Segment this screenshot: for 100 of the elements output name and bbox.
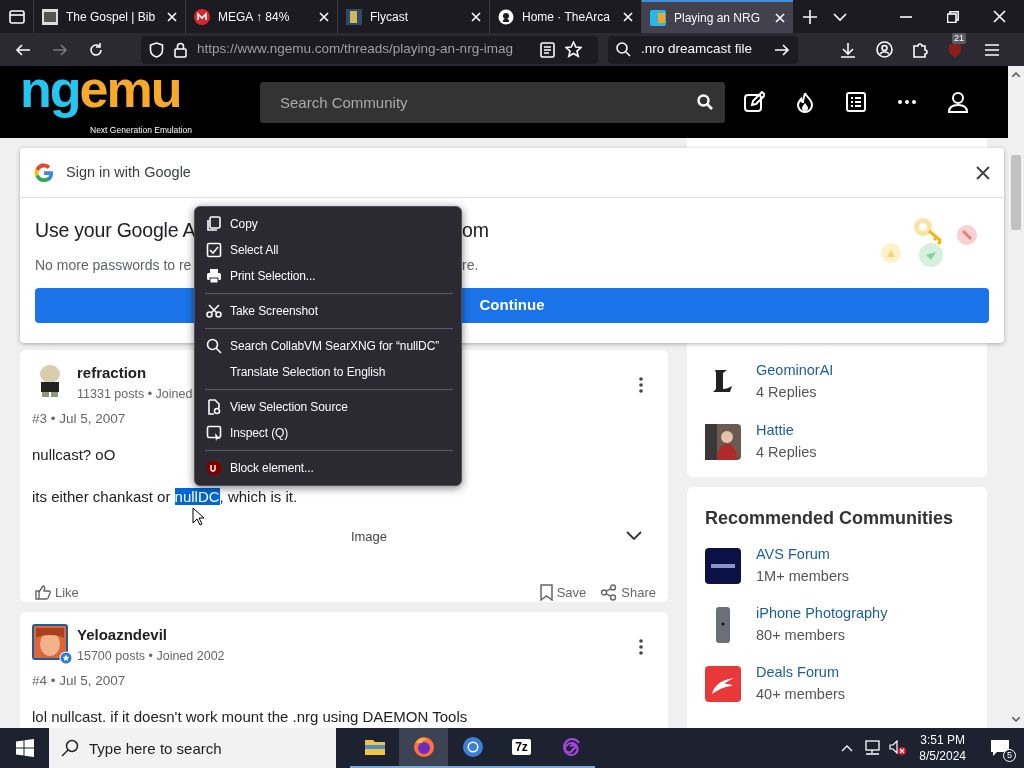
- browser-tab[interactable]: Playing an NRG: [641, 0, 793, 33]
- post-text: nullcast? oO: [32, 445, 116, 463]
- scroll-thumb[interactable]: [1011, 155, 1021, 230]
- ublock-icon: [206, 460, 222, 476]
- reader-view-icon[interactable]: [540, 41, 555, 58]
- notifications-icon[interactable]: [990, 739, 1010, 757]
- post-number-date: #4 • Jul 5, 2007: [32, 672, 127, 691]
- scroll-up-icon: [1012, 72, 1020, 77]
- lock-icon: [174, 41, 187, 58]
- book-favicon: [42, 8, 58, 25]
- star-icon[interactable]: [565, 41, 582, 58]
- more-options-icon[interactable]: [638, 376, 644, 394]
- like-button[interactable]: Like: [35, 582, 79, 602]
- scissors-icon: [206, 303, 222, 319]
- more-options-icon[interactable]: [638, 638, 644, 656]
- author-name[interactable]: Yeloazndevil: [77, 624, 630, 647]
- community-link[interactable]: iPhone Photography: [756, 603, 888, 625]
- account-icon[interactable]: [876, 41, 893, 58]
- dialog-text: No more passwords to re: [35, 257, 192, 274]
- user-icon[interactable]: [947, 91, 969, 113]
- community-link[interactable]: Deals Forum: [756, 662, 846, 684]
- forward-icon[interactable]: [52, 41, 68, 58]
- arrow-right-icon[interactable]: [774, 41, 790, 58]
- search-bar[interactable]: .nro dreamcast file: [608, 35, 798, 64]
- thumbs-up-icon: [35, 584, 51, 601]
- download-icon[interactable]: [840, 41, 856, 58]
- dialog-title: Sign in with Google: [66, 162, 192, 182]
- menu-item[interactable]: Inspect (Q): [205, 420, 453, 446]
- menu-icon[interactable]: [984, 42, 1000, 57]
- edit-icon[interactable]: [743, 91, 765, 113]
- fire-icon[interactable]: [794, 91, 816, 113]
- reload-icon[interactable]: [88, 41, 104, 58]
- user-link[interactable]: Hattie: [756, 420, 817, 442]
- post-meta: 15700 posts • Joined 2002: [77, 647, 226, 665]
- save-button[interactable]: Save: [539, 582, 587, 602]
- menu-item[interactable]: Copy: [205, 211, 453, 237]
- back-icon[interactable]: [15, 41, 31, 58]
- printer-icon: [206, 268, 222, 284]
- page-search-icon: [206, 399, 222, 415]
- windows-logo-icon: [15, 739, 34, 757]
- speaker-muted-icon[interactable]: [889, 740, 908, 756]
- menu-item[interactable]: Translate Selection to English: [205, 359, 453, 385]
- user-link[interactable]: GeominorAI: [756, 360, 834, 382]
- mega-favicon: [194, 8, 210, 25]
- puzzle-icon[interactable]: [912, 41, 929, 58]
- search-icon: [616, 42, 631, 57]
- search-icon: [206, 338, 222, 354]
- logo-tagline: Next Generation Emulation: [90, 125, 193, 135]
- share-icon: [600, 583, 618, 601]
- scroll-down-icon: [1012, 717, 1020, 722]
- mouse-pointer-icon: [192, 507, 205, 526]
- menu-item[interactable]: View Selection Source: [205, 394, 453, 420]
- copy-icon: [206, 216, 222, 232]
- chevron-down-icon[interactable]: [626, 530, 642, 541]
- taskbar-search-field[interactable]: Type here to search: [49, 728, 336, 768]
- firefox-icon: [411, 735, 436, 759]
- site-logo[interactable]: ngemu: [20, 66, 181, 120]
- taskbar-app[interactable]: [399, 728, 448, 768]
- restore-icon[interactable]: [947, 10, 959, 23]
- clock[interactable]: 3:51 PM 8/5/2024: [919, 732, 966, 764]
- community-logo-icon: [705, 548, 741, 584]
- menu-item[interactable]: Take Screenshot: [205, 298, 453, 324]
- dialog-text: re.: [462, 256, 479, 276]
- google-logo-icon: [34, 162, 54, 183]
- post-number-date: #3 • Jul 5, 2007: [32, 410, 127, 429]
- search-icon: [61, 739, 79, 757]
- dialog-heading: Use your Google A: [35, 219, 196, 241]
- menu-item[interactable]: Search CollabVM SearXNG for “nullDC”: [205, 333, 453, 359]
- member-count: 80+ members: [756, 626, 847, 645]
- card-title: Recommended Communities: [705, 507, 955, 530]
- image-toggle[interactable]: Image: [350, 528, 388, 544]
- flycast-favicon: [346, 8, 362, 25]
- new-tab-icon[interactable]: [803, 9, 817, 24]
- reply-count: 4 Replies: [756, 383, 818, 402]
- shield-icon: [149, 41, 164, 58]
- taskbar-app[interactable]: 7z: [497, 728, 546, 768]
- share-button[interactable]: Share: [600, 582, 656, 602]
- close-icon[interactable]: [976, 165, 990, 180]
- menu-item[interactable]: Print Selection...: [205, 263, 453, 289]
- checkbox-icon: [206, 242, 222, 258]
- browser-icon: [460, 735, 485, 759]
- chevron-up-icon[interactable]: [841, 744, 854, 752]
- address-bar[interactable]: https://www.ngemu.com/threads/playing-an-nrg-imag: [141, 35, 598, 64]
- menu-item[interactable]: Block element...: [205, 455, 453, 481]
- inspect-icon: [206, 425, 222, 441]
- list-icon[interactable]: [845, 91, 867, 113]
- dialog-heading: om: [462, 218, 489, 243]
- badge-count: 21: [952, 32, 966, 44]
- search-field[interactable]: Search Community: [260, 81, 725, 123]
- post-meta: 11331 posts • Joined: [77, 385, 194, 403]
- verified-badge-icon: [59, 651, 73, 665]
- search-icon[interactable]: [697, 94, 713, 110]
- tab-list-icon[interactable]: [7, 7, 26, 26]
- menu-item[interactable]: Select All: [205, 237, 453, 263]
- reply-count: 4 Replies: [756, 443, 817, 462]
- notification-count: 5: [1003, 749, 1016, 762]
- network-icon[interactable]: [863, 740, 882, 756]
- bookmark-icon: [539, 583, 553, 601]
- post-text: lol nullcast. if it doesn't work mount the .nrg using DAEMON Tools: [32, 707, 468, 725]
- community-link[interactable]: AVS Forum: [756, 544, 850, 566]
